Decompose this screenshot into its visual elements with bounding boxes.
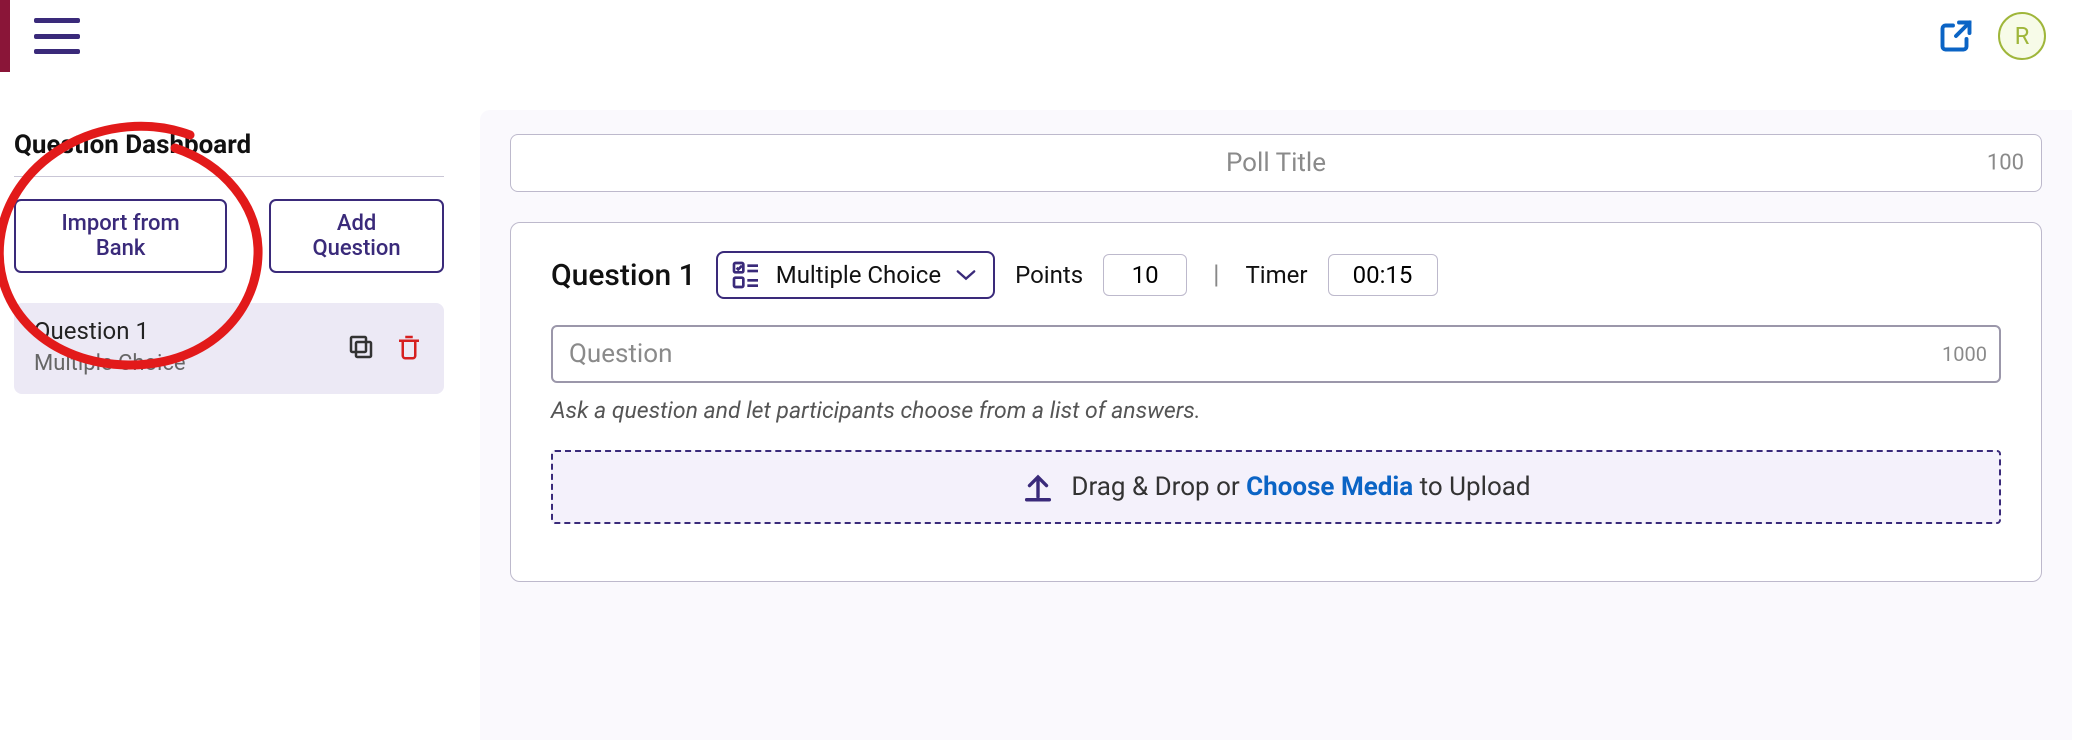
poll-title-counter: 100 [1987, 151, 2024, 176]
chevron-down-icon [955, 268, 977, 282]
avatar-initial: R [2015, 22, 2030, 50]
question-helper-text: Ask a question and let participants choo… [551, 397, 2001, 424]
add-question-button[interactable]: Add Question [269, 199, 444, 273]
multiple-choice-icon [730, 259, 762, 291]
dashboard-heading: Question Dashboard [14, 130, 444, 177]
question-list-item-title: Question 1 [34, 317, 186, 345]
poll-title-input[interactable] [510, 134, 2042, 192]
question-type-label: Multiple Choice [776, 261, 941, 289]
brand-accent [0, 0, 10, 72]
upload-suffix: to Upload [1413, 472, 1530, 502]
timer-label: Timer [1245, 261, 1307, 289]
import-from-bank-button[interactable]: Import from Bank [14, 199, 227, 273]
topbar-left [0, 0, 80, 72]
points-label: Points [1015, 261, 1083, 289]
question-text-row: 1000 [551, 325, 2001, 383]
question-editor-block: Question 1 Multiple Choice Points [510, 222, 2042, 582]
choose-media-link[interactable]: Choose Media [1246, 472, 1413, 502]
question-type-select[interactable]: Multiple Choice [716, 251, 995, 299]
hamburger-icon [34, 34, 80, 39]
upload-prefix: Drag & Drop or [1071, 472, 1246, 502]
poll-title-row: 100 [510, 134, 2042, 192]
timer-input[interactable] [1328, 254, 1438, 296]
question-text-input[interactable] [551, 325, 2001, 383]
topbar: R [0, 0, 2082, 72]
question-list-item-text: Question 1 Multiple Choice [34, 317, 186, 376]
question-number-label: Question 1 [551, 258, 696, 293]
dashboard-actions: Import from Bank Add Question [14, 199, 444, 273]
question-text-counter: 1000 [1942, 342, 1987, 366]
external-link-icon[interactable] [1938, 18, 1974, 54]
media-upload-zone[interactable]: Drag & Drop or Choose Media to Upload [551, 450, 2001, 524]
question-dashboard-panel: Question Dashboard Import from Bank Add … [14, 130, 444, 394]
question-list-item[interactable]: Question 1 Multiple Choice [14, 303, 444, 394]
separator: | [1207, 260, 1225, 290]
menu-button[interactable] [34, 18, 80, 54]
hamburger-icon [34, 49, 80, 54]
topbar-right: R [1938, 12, 2082, 60]
question-list-item-type: Multiple Choice [34, 351, 186, 376]
upload-text: Drag & Drop or Choose Media to Upload [1071, 472, 1530, 502]
avatar[interactable]: R [1998, 12, 2046, 60]
trash-icon[interactable] [394, 332, 424, 362]
question-header-row: Question 1 Multiple Choice Points [551, 251, 2001, 299]
points-input[interactable] [1103, 254, 1187, 296]
editor-panel: 100 Question 1 Multiple Choice [480, 110, 2072, 740]
upload-icon [1021, 470, 1055, 504]
question-list-item-actions [346, 332, 424, 362]
hamburger-icon [34, 18, 80, 23]
duplicate-icon[interactable] [346, 332, 376, 362]
